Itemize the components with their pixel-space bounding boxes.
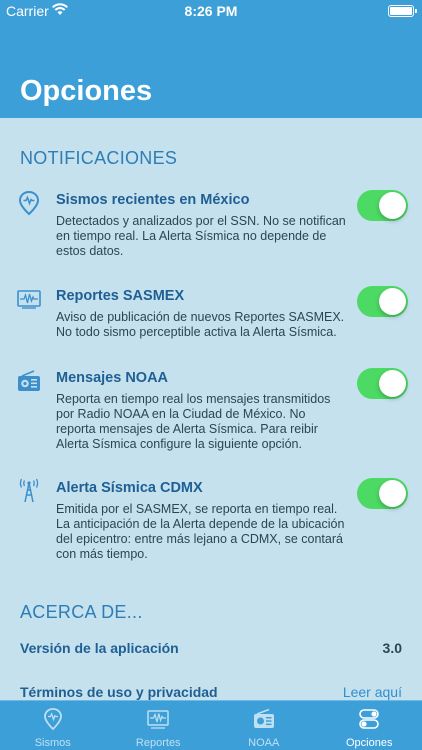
tab-reportes[interactable]: Reportes [106,701,212,750]
row-title: Reportes SASMEX [56,288,185,304]
seismograph-icon [16,286,42,312]
map-pin-icon [41,707,65,731]
about-section-header: ACERCA DE... [20,602,143,622]
mensajes-noaa-toggle[interactable] [357,368,408,399]
row-description: Reporta en tiempo real los mensajes tran… [56,392,331,451]
toggles-icon [357,707,381,731]
seismograph-icon [146,707,170,731]
terms-label: Términos de uso y privacidad [20,684,218,700]
row-description: Aviso de publicación de nuevos Reportes … [56,310,345,339]
sismos-recientes-toggle[interactable] [357,190,408,221]
radio-icon [16,368,42,394]
version-row: Versión de la aplicación 3.0 [0,640,422,662]
map-pin-icon [16,190,42,216]
tab-noaa[interactable]: NOAA [211,701,317,750]
status-bar: Carrier 8:26 PM [0,0,422,22]
tab-label: Sismos [34,737,71,749]
settings-content[interactable]: NOTIFICACIONES Sismos recientes en Méxic… [0,118,422,700]
tab-label: Reportes [135,737,181,749]
row-title: Mensajes NOAA [56,370,169,386]
radio-icon [252,707,276,731]
row-title: Alerta Sísmica CDMX [56,480,203,496]
row-description: Emitida por el SASMEX, se reporta en tie… [56,502,345,561]
page-title: Opciones [20,75,153,107]
navigation-bar: Opciones [0,22,422,118]
tab-sismos[interactable]: Sismos [0,701,106,750]
row-title: Sismos recientes en México [56,192,250,208]
terms-row[interactable]: Términos de uso y privacidad Leer aquí [0,684,422,700]
row-description: Detectados y analizados por el SSN. No s… [56,214,346,258]
battery-icon [388,5,417,17]
version-value: 3.0 [382,640,402,656]
tab-label: Opciones [346,737,393,749]
alerta-sismica-toggle[interactable] [357,478,408,509]
antenna-icon [16,478,42,504]
status-time: 8:26 PM [184,3,238,19]
version-label: Versión de la aplicación [20,640,179,656]
reportes-sasmex-toggle[interactable] [357,286,408,317]
tab-opciones[interactable]: Opciones [317,701,422,750]
tab-label: NOAA [248,737,280,749]
tab-bar: Sismos Reportes NOAA Opciones [0,700,422,750]
notifications-section-header: NOTIFICACIONES [20,148,178,168]
terms-link[interactable]: Leer aquí [343,684,402,700]
